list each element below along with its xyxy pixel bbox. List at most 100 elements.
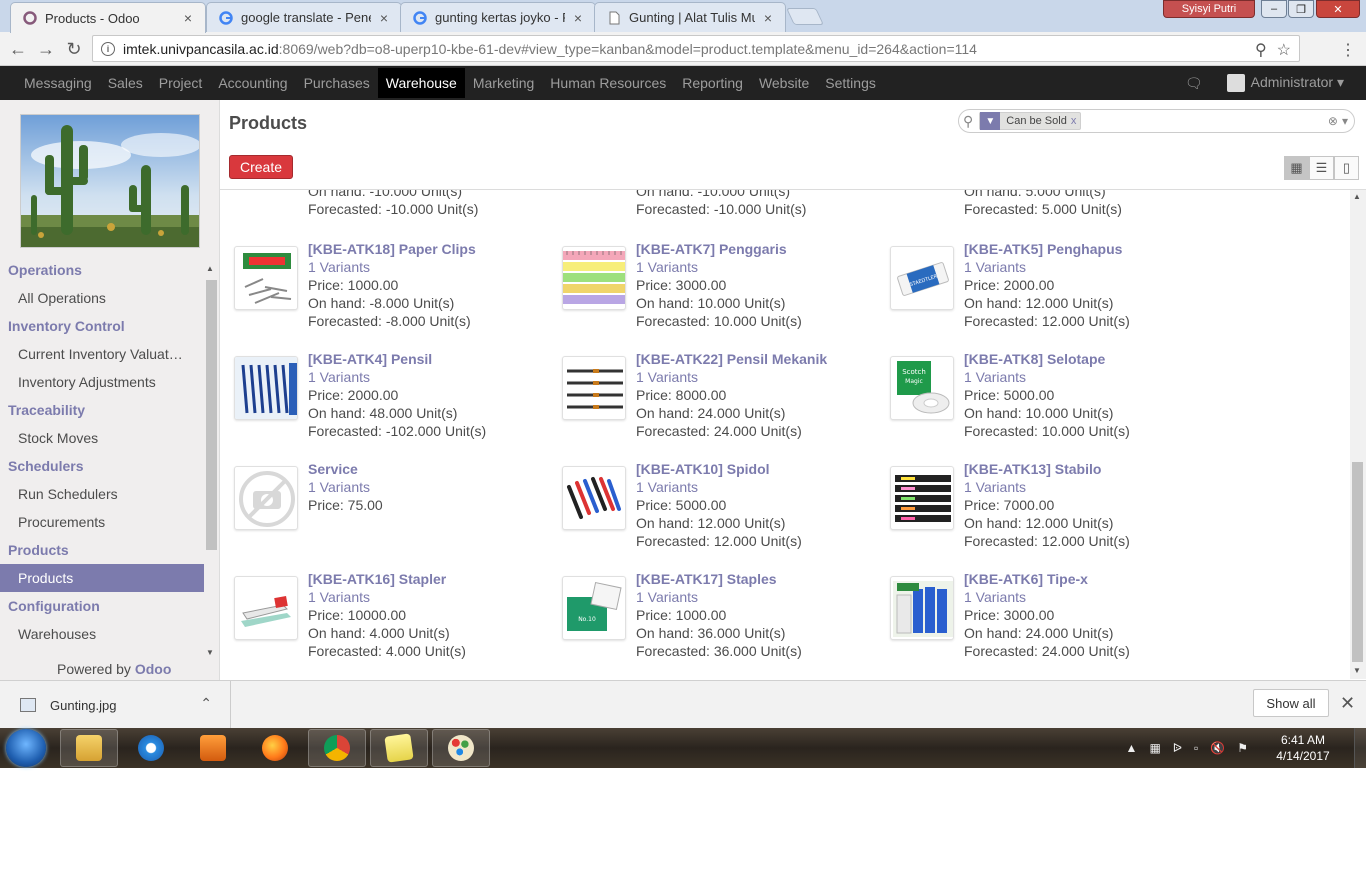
menu-project[interactable]: Project [151,66,211,100]
clear-search-icon[interactable]: ⊗ [1328,114,1338,128]
media-player-taskbar-icon[interactable] [184,729,242,767]
window-close-icon[interactable]: ✕ [1316,0,1360,18]
flag-icon[interactable]: ⚑ [1237,741,1248,755]
sidebar-item-products[interactable]: Products [0,564,204,592]
product-variants[interactable]: 1 Variants [308,478,383,496]
product-name[interactable]: [KBE-ATK18] Paper Clips [308,240,476,258]
sticky-notes-taskbar-icon[interactable] [370,729,428,767]
back-arrow-icon[interactable]: ← [6,37,30,61]
product-name[interactable]: Service [308,460,383,478]
sidebar-section-schedulers[interactable]: Schedulers [0,452,204,480]
product-name[interactable]: [KBE-ATK16] Stapler [308,570,466,588]
tab-close-icon[interactable]: × [181,10,195,26]
action-center-icon[interactable]: ▦ [1149,741,1160,755]
close-download-bar-icon[interactable]: ✕ [1340,693,1355,714]
menu-accounting[interactable]: Accounting [210,66,295,100]
sidebar-section-inventory-control[interactable]: Inventory Control [0,312,204,340]
firefox-taskbar-icon[interactable] [246,729,304,767]
search-input[interactable]: ⚲ ▼ Can be Sold x ⊗ ▾ [958,109,1355,133]
product-name[interactable]: [KBE-ATK5] Penghapus [964,240,1130,258]
menu-reporting[interactable]: Reporting [674,66,751,100]
product-variants[interactable]: 1 Variants [308,588,466,606]
user-menu[interactable]: Administrator ▾ [1226,74,1344,93]
sidebar-item-warehouses[interactable]: Warehouses [0,620,204,648]
address-bar[interactable]: i imtek.univpancasila.ac.id:8069/web?db=… [92,35,1300,62]
kanban-card[interactable]: [KBE-ATK13] Stabilo 1 Variants Price: 7000… [876,460,1196,564]
company-logo[interactable] [20,114,200,248]
bookmark-star-icon[interactable]: ☆ [1277,40,1291,60]
product-name[interactable]: [KBE-ATK7] Penggaris [636,240,802,258]
tray-expand-icon[interactable]: ▲ [1126,741,1138,755]
volume-muted-icon[interactable]: 🔇 [1210,741,1225,755]
sidebar-item-run-schedulers[interactable]: Run Schedulers [0,480,204,508]
key-icon[interactable]: ⚲ [1255,40,1267,60]
product-name[interactable]: [KBE-ATK22] Pensil Mekanik [636,350,827,368]
sidebar-item-procurements[interactable]: Procurements [0,508,204,536]
product-name[interactable]: [KBE-ATK17] Staples [636,570,802,588]
signal-icon[interactable]: ▫ [1194,741,1198,755]
kanban-view-icon[interactable]: ▦ [1284,156,1309,180]
chat-icon[interactable]: 🗨 [1185,75,1203,92]
start-button[interactable] [6,729,46,767]
tab-gunting-kertas[interactable]: gunting kertas joyko - Pe × [400,2,596,32]
product-name[interactable]: [KBE-ATK13] Stabilo [964,460,1130,478]
chrome-menu-icon[interactable]: ⋮ [1340,40,1356,60]
menu-settings[interactable]: Settings [817,66,884,100]
kanban-card[interactable]: STAEDTLER [KBE-ATK5] Penghapus 1 Variants P… [876,240,1196,344]
facet-remove-icon[interactable]: x [1071,115,1081,127]
product-name[interactable]: [KBE-ATK6] Tipe-x [964,570,1130,588]
chevron-up-icon[interactable]: ⌃ [200,695,212,712]
show-desktop-button[interactable] [1354,728,1366,768]
tab-close-icon[interactable]: × [571,10,585,26]
kanban-card[interactable]: Scotch Magic [KBE-ATK8] Selotape 1 Variants… [876,350,1196,454]
menu-human-resources[interactable]: Human Resources [542,66,674,100]
menu-sales[interactable]: Sales [100,66,151,100]
bluetooth-icon[interactable]: ᐉ [1173,741,1182,755]
clock[interactable]: 6:41 AM 4/14/2017 [1268,732,1338,764]
create-button[interactable]: Create [229,155,293,179]
main-scroll-thumb[interactable] [1352,462,1363,662]
scroll-up-icon[interactable]: ▲ [206,264,214,273]
forward-arrow-icon[interactable]: → [34,37,58,61]
kanban-card[interactable]: [KBE-ATK7] Penggaris 1 Variants Price: 300… [548,240,868,344]
kanban-card[interactable]: No.10 [KBE-ATK17] Staples 1 Variants Price:… [548,570,868,674]
menu-warehouse[interactable]: Warehouse [377,68,465,98]
product-variants[interactable]: 1 Variants [636,478,802,496]
explorer-taskbar-icon[interactable] [60,729,118,767]
sidebar-section-products[interactable]: Products [0,536,204,564]
sidebar-section-traceability[interactable]: Traceability [0,396,204,424]
product-variants[interactable]: 1 Variants [308,258,476,276]
kanban-card[interactable]: [KBE-ATK22] Pensil Mekanik 1 Variants Pric… [548,350,868,454]
product-variants[interactable]: 1 Variants [308,368,486,386]
paint-taskbar-icon[interactable] [432,729,490,767]
list-view-icon[interactable]: ☰ [1309,156,1334,180]
minimize-icon[interactable]: – [1261,0,1287,18]
tab-close-icon[interactable]: × [761,10,775,26]
download-item[interactable]: Gunting.jpg ⌃ [0,681,231,729]
product-variants[interactable]: 1 Variants [964,368,1130,386]
sidebar-section-operations[interactable]: Operations [0,256,204,284]
menu-website[interactable]: Website [751,66,817,100]
main-scrollbar[interactable]: ▲ ▼ [1350,190,1366,679]
ie-taskbar-icon[interactable] [122,729,180,767]
kanban-card[interactable]: [KBE-ATK10] Spidol 1 Variants Price: 5000.… [548,460,868,564]
kanban-card[interactable]: [KBE-ATK18] Paper Clips 1 Variants Price: … [220,240,540,344]
sidebar-item-stock-moves[interactable]: Stock Moves [0,424,204,452]
scroll-up-icon[interactable]: ▲ [1353,192,1361,201]
chrome-taskbar-icon[interactable] [308,729,366,767]
sidebar-item-all-operations[interactable]: All Operations [0,284,204,312]
kanban-card[interactable]: Service 1 Variants Price: 75.00 [220,460,540,564]
powered-by[interactable]: Powered by Odoo [57,661,171,677]
product-name[interactable]: [KBE-ATK4] Pensil [308,350,486,368]
menu-messaging[interactable]: Messaging [16,66,100,100]
tab-products-odoo[interactable]: Products - Odoo × [10,2,206,33]
site-info-icon[interactable]: i [101,41,115,56]
search-options-caret-icon[interactable]: ▾ [1342,114,1348,128]
sidebar-item-inventory-adjustments[interactable]: Inventory Adjustments [0,368,204,396]
tab-close-icon[interactable]: × [377,10,391,26]
kanban-card[interactable]: [KBE-ATK6] Tipe-x 1 Variants Price: 3000.0… [876,570,1196,674]
kanban-card[interactable]: [KBE-ATK16] Stapler 1 Variants Price: 1000… [220,570,540,674]
reload-icon[interactable]: ↻ [62,37,86,61]
sidebar-item-current-inventory-valuation[interactable]: Current Inventory Valuat… [0,340,204,368]
product-variants[interactable]: 1 Variants [636,588,802,606]
